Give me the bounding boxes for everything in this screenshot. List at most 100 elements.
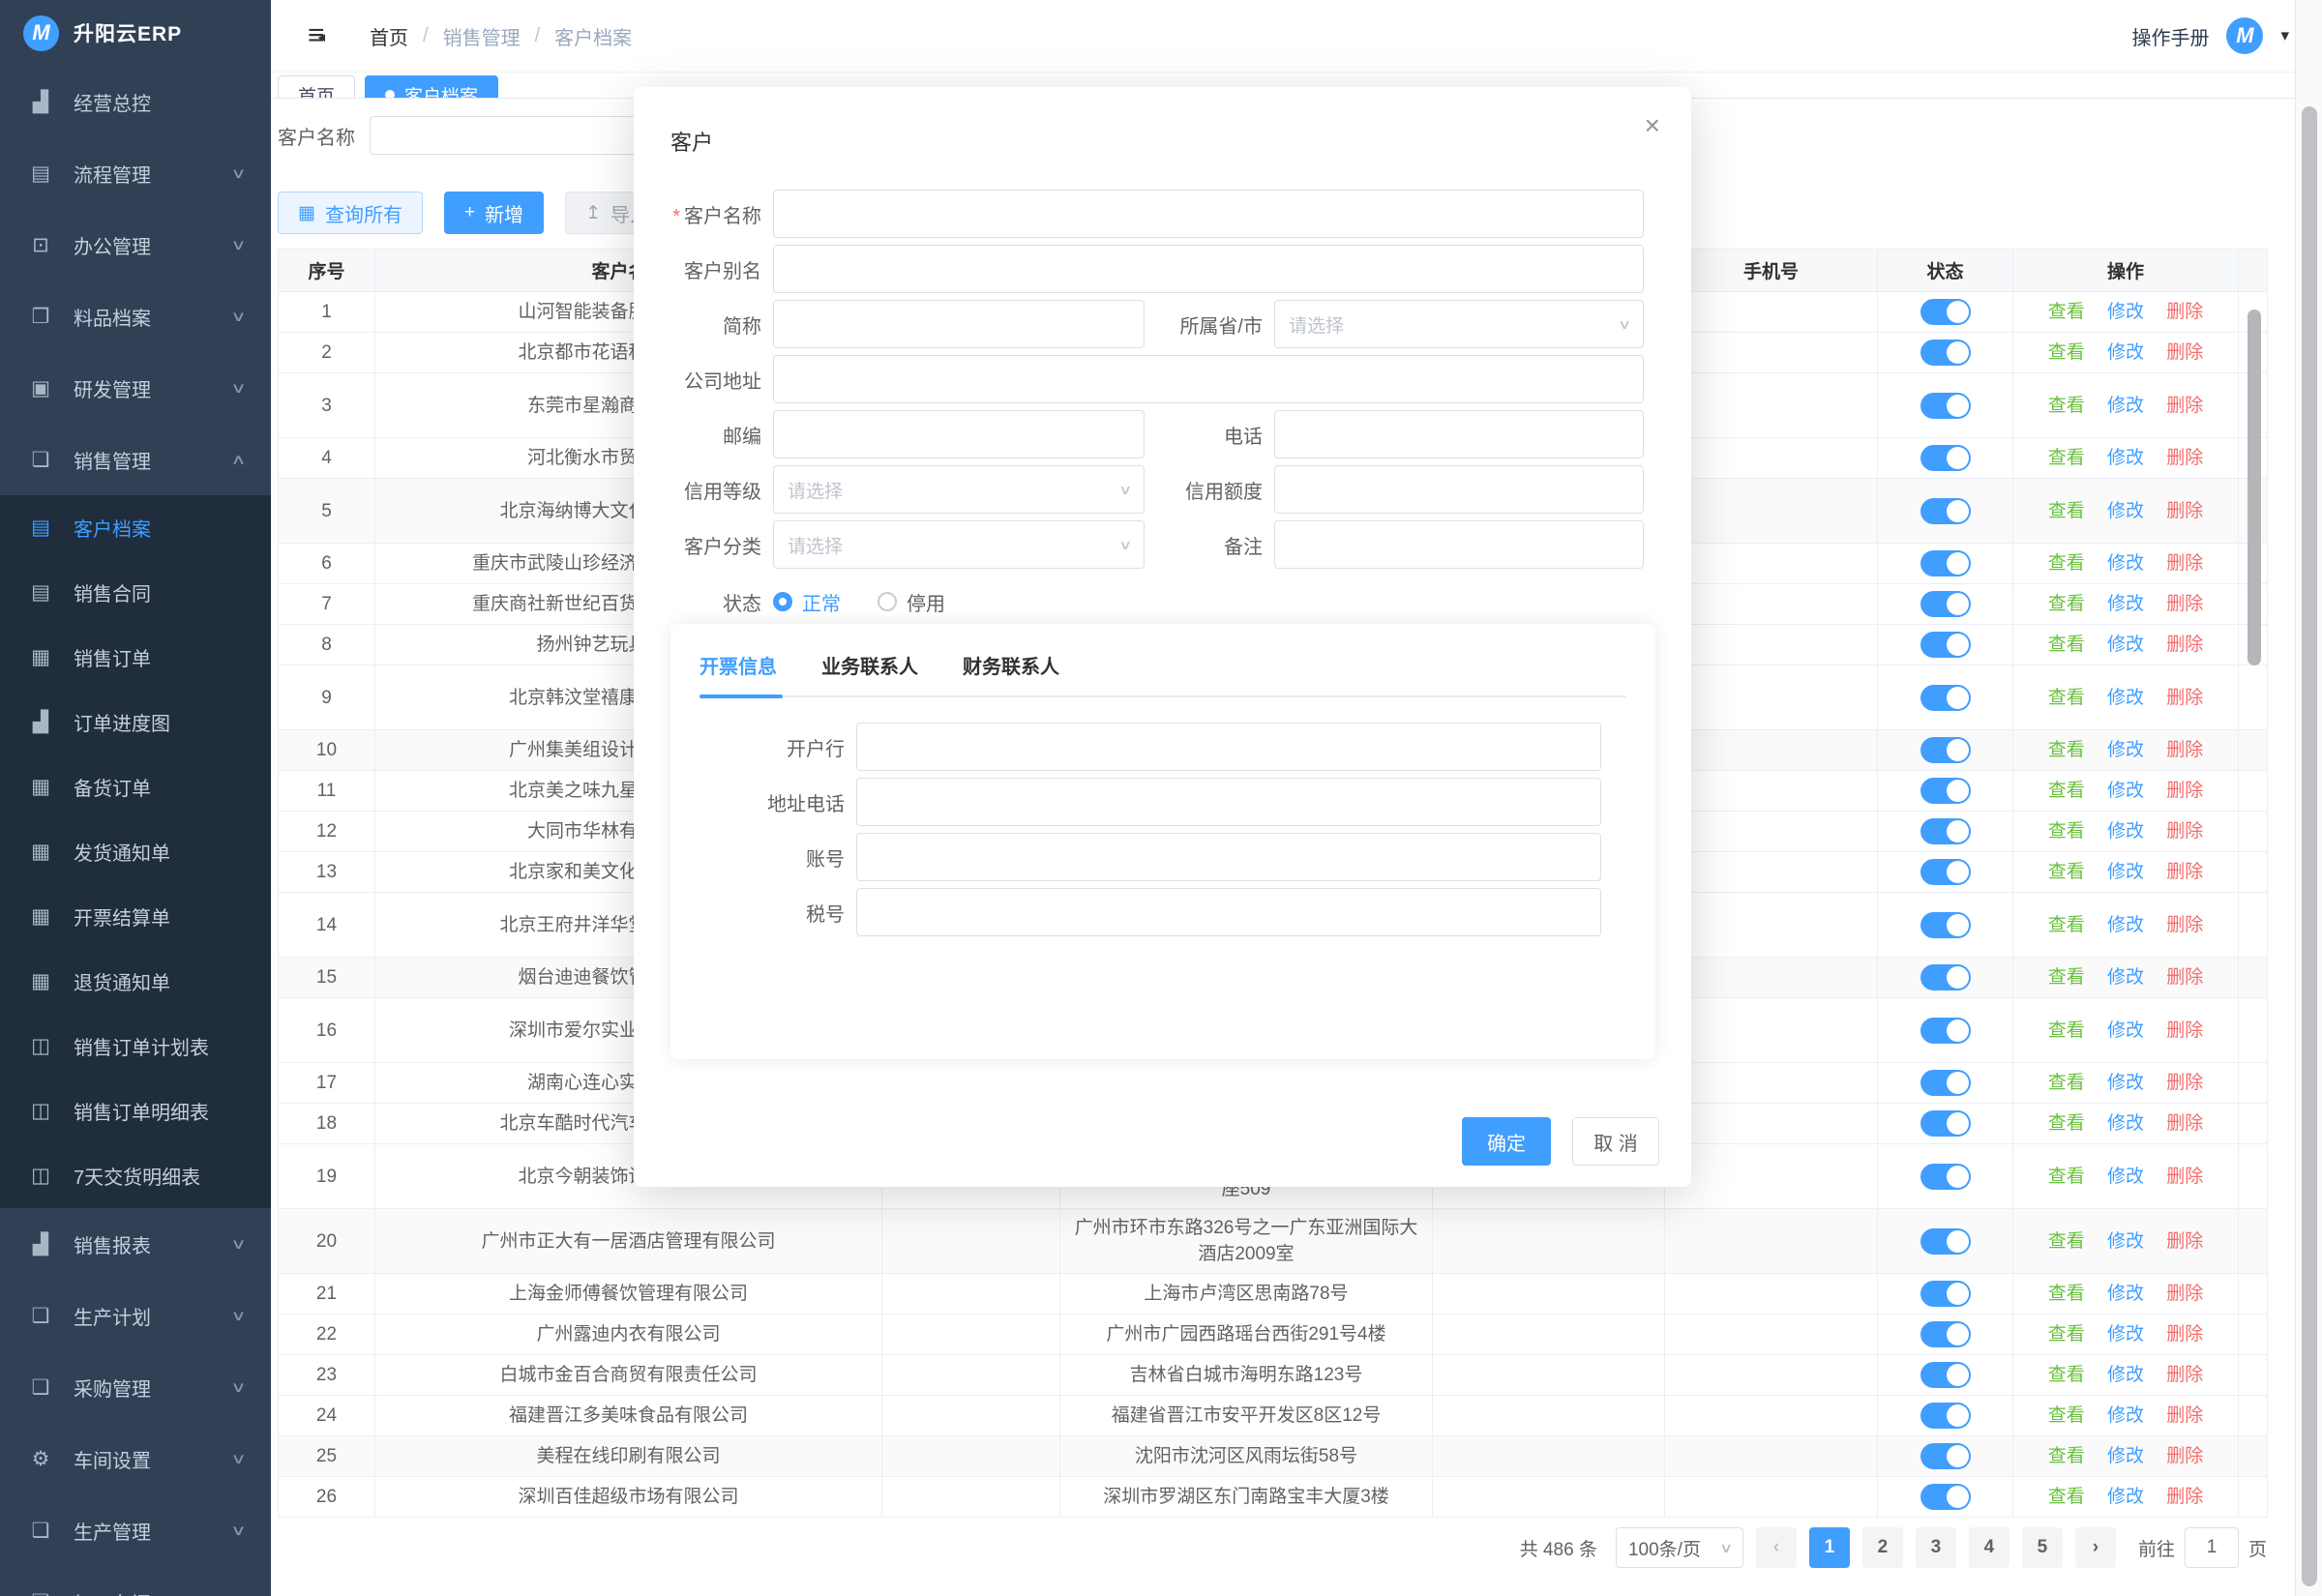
table-scrollbar-thumb[interactable] bbox=[2248, 310, 2261, 665]
edit-link[interactable]: 修改 bbox=[2107, 1446, 2144, 1466]
sidebar-subitem[interactable]: ◫ 销售订单明细表 bbox=[0, 1079, 271, 1143]
bank-field[interactable] bbox=[856, 723, 1601, 771]
status-toggle[interactable] bbox=[1920, 591, 1971, 617]
sidebar-item[interactable]: ▣ 研发管理 ∨ bbox=[0, 352, 271, 424]
status-toggle[interactable] bbox=[1920, 340, 1971, 366]
delete-link[interactable]: 删除 bbox=[2166, 302, 2203, 322]
status-radio-disabled[interactable]: 停用 bbox=[878, 588, 945, 616]
delete-link[interactable]: 删除 bbox=[2166, 1405, 2203, 1426]
status-toggle[interactable] bbox=[1920, 1070, 1971, 1096]
short-name-field[interactable] bbox=[773, 300, 1145, 348]
edit-link[interactable]: 修改 bbox=[2107, 1365, 2144, 1385]
view-link[interactable]: 查看 bbox=[2048, 688, 2085, 708]
breadcrumb-home[interactable]: 首页 bbox=[370, 22, 408, 50]
edit-link[interactable]: 修改 bbox=[2107, 862, 2144, 882]
delete-link[interactable]: 删除 bbox=[2166, 915, 2203, 935]
sidebar-subitem[interactable]: ◫ 销售订单计划表 bbox=[0, 1014, 271, 1079]
view-link[interactable]: 查看 bbox=[2048, 1405, 2085, 1426]
edit-link[interactable]: 修改 bbox=[2107, 1284, 2144, 1304]
status-toggle[interactable] bbox=[1920, 912, 1971, 938]
close-icon[interactable]: × bbox=[1645, 112, 1660, 139]
sidebar-item[interactable]: ▟ 经营总控 bbox=[0, 66, 271, 137]
status-toggle[interactable] bbox=[1920, 1321, 1971, 1347]
edit-link[interactable]: 修改 bbox=[2107, 740, 2144, 760]
sidebar-subitem[interactable]: ▤ 销售合同 bbox=[0, 560, 271, 625]
status-toggle[interactable] bbox=[1920, 550, 1971, 576]
goto-page-input[interactable] bbox=[2185, 1527, 2239, 1568]
credit-level-select[interactable]: 请选择 ∨ bbox=[773, 465, 1145, 514]
page-scrollbar-thumb[interactable] bbox=[2302, 106, 2317, 1586]
sidebar-item[interactable]: ▟ 销售报表 ∨ bbox=[0, 1208, 271, 1280]
sidebar-subitem[interactable]: ▦ 开票结算单 bbox=[0, 884, 271, 949]
view-link[interactable]: 查看 bbox=[2048, 501, 2085, 521]
delete-link[interactable]: 删除 bbox=[2166, 862, 2203, 882]
view-link[interactable]: 查看 bbox=[2048, 1446, 2085, 1466]
tab-home[interactable]: 首页 bbox=[278, 75, 355, 99]
status-toggle[interactable] bbox=[1920, 1403, 1971, 1429]
delete-link[interactable]: 删除 bbox=[2166, 553, 2203, 574]
status-toggle[interactable] bbox=[1920, 1110, 1971, 1137]
delete-link[interactable]: 删除 bbox=[2166, 1167, 2203, 1187]
delete-link[interactable]: 删除 bbox=[2166, 501, 2203, 521]
edit-link[interactable]: 修改 bbox=[2107, 1487, 2144, 1507]
manual-link[interactable]: 操作手册 bbox=[2131, 22, 2209, 50]
edit-link[interactable]: 修改 bbox=[2107, 688, 2144, 708]
sidebar-item[interactable]: ⚙ 车间设置 ∨ bbox=[0, 1423, 271, 1494]
delete-link[interactable]: 删除 bbox=[2166, 740, 2203, 760]
cancel-button[interactable]: 取 消 bbox=[1572, 1117, 1659, 1166]
view-link[interactable]: 查看 bbox=[2048, 396, 2085, 416]
edit-link[interactable]: 修改 bbox=[2107, 448, 2144, 468]
view-link[interactable]: 查看 bbox=[2048, 967, 2085, 988]
status-toggle[interactable] bbox=[1920, 1228, 1971, 1255]
page-number-button[interactable]: 4 bbox=[1969, 1527, 2009, 1568]
delete-link[interactable]: 删除 bbox=[2166, 342, 2203, 363]
tax-no-field[interactable] bbox=[856, 888, 1601, 936]
sidebar-item[interactable]: ❐ 料品档案 ∨ bbox=[0, 281, 271, 352]
sidebar-subitem[interactable]: ▟ 订单进度图 bbox=[0, 690, 271, 754]
add-button[interactable]: + 新增 bbox=[444, 192, 544, 234]
delete-link[interactable]: 删除 bbox=[2166, 635, 2203, 655]
delete-link[interactable]: 删除 bbox=[2166, 1324, 2203, 1345]
remark-field[interactable] bbox=[1274, 520, 1644, 569]
status-toggle[interactable] bbox=[1920, 818, 1971, 844]
view-link[interactable]: 查看 bbox=[2048, 1167, 2085, 1187]
status-toggle[interactable] bbox=[1920, 778, 1971, 804]
view-link[interactable]: 查看 bbox=[2048, 553, 2085, 574]
view-link[interactable]: 查看 bbox=[2048, 448, 2085, 468]
status-toggle[interactable] bbox=[1920, 632, 1971, 658]
edit-link[interactable]: 修改 bbox=[2107, 781, 2144, 801]
sidebar-subitem[interactable]: ◫ 7天交货明细表 bbox=[0, 1143, 271, 1208]
customer-name-field[interactable] bbox=[773, 190, 1644, 238]
edit-link[interactable]: 修改 bbox=[2107, 1113, 2144, 1134]
status-toggle[interactable] bbox=[1920, 498, 1971, 524]
view-link[interactable]: 查看 bbox=[2048, 1113, 2085, 1134]
sidebar-item[interactable]: ❏ 采购管理 ∨ bbox=[0, 1351, 271, 1423]
edit-link[interactable]: 修改 bbox=[2107, 821, 2144, 842]
delete-link[interactable]: 删除 bbox=[2166, 1365, 2203, 1385]
view-link[interactable]: 查看 bbox=[2048, 821, 2085, 842]
prev-page-button[interactable]: ‹ bbox=[1756, 1527, 1797, 1568]
edit-link[interactable]: 修改 bbox=[2107, 342, 2144, 363]
query-all-button[interactable]: ▦ 查询所有 bbox=[278, 192, 423, 234]
province-select[interactable]: 请选择 ∨ bbox=[1274, 300, 1644, 348]
status-toggle[interactable] bbox=[1920, 299, 1971, 325]
sidebar-item[interactable]: ⊡ 办公管理 ∨ bbox=[0, 209, 271, 281]
delete-link[interactable]: 删除 bbox=[2166, 1446, 2203, 1466]
delete-link[interactable]: 删除 bbox=[2166, 448, 2203, 468]
avatar[interactable]: M bbox=[2226, 17, 2263, 54]
sidebar-item[interactable]: ❏ 生产计划 ∨ bbox=[0, 1280, 271, 1351]
view-link[interactable]: 查看 bbox=[2048, 1020, 2085, 1041]
view-link[interactable]: 查看 bbox=[2048, 1284, 2085, 1304]
card-tab[interactable]: 业务联系人 bbox=[821, 651, 918, 695]
view-link[interactable]: 查看 bbox=[2048, 1231, 2085, 1252]
sidebar-item[interactable]: ❏ 生产管理 ∨ bbox=[0, 1494, 271, 1566]
delete-link[interactable]: 删除 bbox=[2166, 1020, 2203, 1041]
next-page-button[interactable]: › bbox=[2075, 1527, 2116, 1568]
page-number-button[interactable]: 5 bbox=[2022, 1527, 2063, 1568]
status-toggle[interactable] bbox=[1920, 1018, 1971, 1044]
edit-link[interactable]: 修改 bbox=[2107, 1167, 2144, 1187]
delete-link[interactable]: 删除 bbox=[2166, 1284, 2203, 1304]
edit-link[interactable]: 修改 bbox=[2107, 1020, 2144, 1041]
view-link[interactable]: 查看 bbox=[2048, 1487, 2085, 1507]
zip-field[interactable] bbox=[773, 410, 1145, 458]
